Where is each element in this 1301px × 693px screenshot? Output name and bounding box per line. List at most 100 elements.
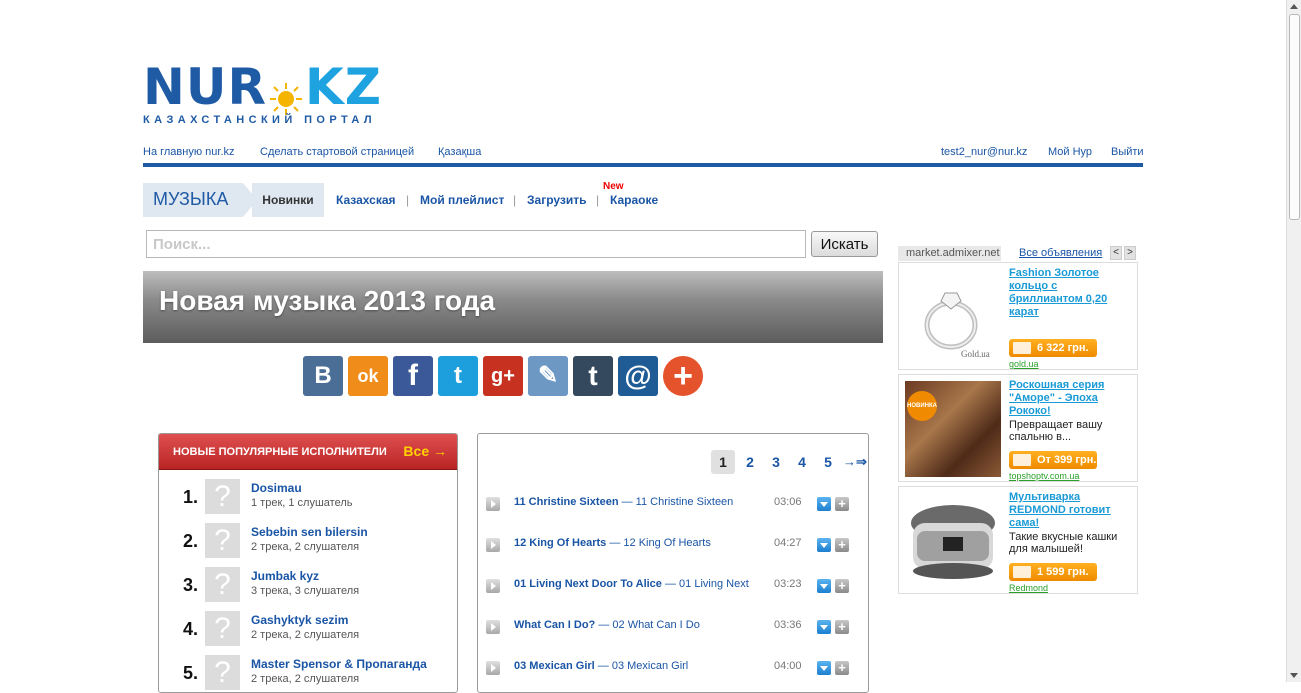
ad-shop-link[interactable]: topshoptv.com.ua	[1009, 471, 1079, 481]
new-badge-icon: НОВИНКА	[907, 391, 937, 421]
artist-name[interactable]: Gashyktyk sezim	[251, 613, 348, 627]
top-navigation: На главную nur.kz Сделать стартовой стра…	[143, 145, 1144, 167]
more-share-icon[interactable]: +	[663, 356, 703, 396]
bedding-image[interactable]: НОВИНКА	[905, 381, 1001, 477]
artist-avatar[interactable]: ?	[205, 523, 240, 558]
add-to-playlist-icon[interactable]: +	[835, 497, 849, 511]
artist-name[interactable]: Jumbak kyz	[251, 569, 319, 583]
ad-description: Такие вкусные кашки для малышей!	[1009, 531, 1118, 555]
ad-shop-link[interactable]: Redmond	[1009, 583, 1048, 593]
ad-price-button[interactable]: От 399 грн.	[1009, 451, 1097, 469]
page-scrollbar[interactable]	[1286, 0, 1301, 682]
next-arrow-icon[interactable]: >	[1124, 246, 1136, 260]
add-to-playlist-icon[interactable]: +	[835, 661, 849, 675]
twitter-icon[interactable]: t	[438, 356, 478, 396]
mailru-icon[interactable]: @	[618, 356, 658, 396]
multicooker-image[interactable]	[905, 493, 1001, 589]
home-link[interactable]: На главную nur.kz	[143, 146, 235, 158]
artist-name[interactable]: Dosimau	[251, 481, 302, 495]
page-3-button[interactable]: 3	[769, 450, 783, 474]
tab-upload[interactable]: Загрузить	[527, 193, 586, 207]
artist-avatar[interactable]: ?	[205, 611, 240, 646]
track-title[interactable]: 03 Mexican Girl — 03 Mexican Girl	[514, 660, 688, 672]
track-name: — 02 What Can I Do	[598, 619, 700, 631]
download-icon[interactable]	[817, 661, 831, 675]
track-row: 12 King Of Hearts — 12 King Of Hearts 04…	[478, 537, 868, 557]
nav-separator: |	[596, 193, 600, 207]
track-title[interactable]: 01 Living Next Door To Alice — 01 Living…	[514, 578, 749, 590]
page-1-button[interactable]: 1	[711, 450, 735, 474]
ad-item[interactable]: НОВИНКА Роскошная серия "Аморе" - Эпоха …	[898, 374, 1138, 482]
artist-name[interactable]: Master Spensor & Пропаганда	[251, 657, 427, 671]
track-title[interactable]: 11 Christine Sixteen — 11 Christine Sixt…	[514, 496, 733, 508]
page-4-button[interactable]: 4	[795, 450, 809, 474]
add-to-playlist-icon[interactable]: +	[835, 579, 849, 593]
logo-text-kz: KZ	[304, 58, 382, 116]
all-ads-link[interactable]: Все объявления	[1019, 247, 1102, 259]
page-2-button[interactable]: 2	[743, 450, 757, 474]
logout-link[interactable]: Выйти	[1111, 146, 1144, 158]
play-icon[interactable]	[486, 661, 500, 675]
prev-arrow-icon[interactable]: <	[1110, 246, 1122, 260]
cart-icon	[1013, 454, 1031, 466]
next-page-arrow-icon[interactable]: →⇒	[841, 450, 868, 474]
tab-my-playlist[interactable]: Мой плейлист	[420, 193, 504, 207]
ad-item[interactable]: Мультиварка REDMOND готовит сама! Такие …	[898, 486, 1138, 594]
tab-kazakh[interactable]: Казахская	[336, 193, 396, 207]
download-icon[interactable]	[817, 620, 831, 634]
odnoklassniki-icon[interactable]: ok	[348, 356, 388, 396]
download-icon[interactable]	[817, 497, 831, 511]
play-icon[interactable]	[486, 497, 500, 511]
music-section-label[interactable]: МУЗЫКА	[143, 183, 257, 217]
ad-price-button[interactable]: 1 599 грн.	[1009, 563, 1097, 581]
ad-title[interactable]: Роскошная серия "Аморе" - Эпоха Рококо!	[1009, 379, 1129, 418]
track-row: 03 Mexican Girl — 03 Mexican Girl 04:00 …	[478, 660, 868, 680]
artist-avatar[interactable]: ?	[205, 655, 240, 690]
ad-shop-link[interactable]: gold.ua	[1009, 359, 1039, 369]
artist-row: 4. ? Gashyktyk sezim 2 трека, 2 слушател…	[159, 611, 457, 651]
my-nur-link[interactable]: Мой Нур	[1048, 146, 1092, 158]
sun-icon	[269, 74, 303, 115]
ad-item[interactable]: Gold.ua Fashion Золотое кольцо с бриллиа…	[898, 262, 1138, 370]
track-duration: 03:06	[774, 496, 802, 508]
user-email-link[interactable]: test2_nur@nur.kz	[941, 146, 1027, 158]
add-to-playlist-icon[interactable]: +	[835, 538, 849, 552]
googleplus-icon[interactable]: g+	[483, 356, 523, 396]
artist-stats: 2 трека, 2 слушателя	[251, 673, 360, 685]
artist-avatar[interactable]: ?	[205, 567, 240, 602]
track-title[interactable]: What Can I Do? — 02 What Can I Do	[514, 619, 700, 631]
add-to-playlist-icon[interactable]: +	[835, 620, 849, 634]
artist-name[interactable]: Sebebin sen bilersin	[251, 525, 368, 539]
ad-title[interactable]: Мультиварка REDMOND готовит сама!	[1009, 491, 1129, 530]
artist-avatar[interactable]: ?	[205, 479, 240, 514]
nav-separator: |	[406, 193, 410, 207]
vkontakte-icon[interactable]: В	[303, 356, 343, 396]
all-artists-link[interactable]: Все →	[403, 443, 447, 459]
ring-image[interactable]: Gold.ua	[905, 269, 1001, 365]
tumblr-icon[interactable]: t	[573, 356, 613, 396]
scroll-down-icon[interactable]	[1290, 673, 1298, 678]
site-logo[interactable]: NUR KZ КАЗАХСТАНСКИЙ ПОРТАЛ	[143, 62, 381, 132]
scroll-up-icon[interactable]	[1290, 4, 1298, 9]
kazakh-language-link[interactable]: Қазақша	[438, 146, 481, 158]
scrollbar-thumb[interactable]	[1289, 14, 1300, 220]
play-icon[interactable]	[486, 538, 500, 552]
download-icon[interactable]	[817, 538, 831, 552]
search-button[interactable]: Искать	[811, 231, 878, 257]
play-icon[interactable]	[486, 579, 500, 593]
ads-header: market.admixer.net Все объявления < >	[898, 246, 1138, 261]
artist-rank: 1.	[183, 487, 199, 507]
ad-title[interactable]: Fashion Золотое кольцо с бриллиантом 0,2…	[1009, 267, 1129, 319]
tab-karaoke[interactable]: Караоке	[610, 193, 658, 207]
facebook-icon[interactable]: f	[393, 356, 433, 396]
tab-new-releases[interactable]: Новинки	[252, 183, 324, 217]
livejournal-icon[interactable]: ✎	[528, 356, 568, 396]
download-icon[interactable]	[817, 579, 831, 593]
play-icon[interactable]	[486, 620, 500, 634]
search-input[interactable]	[146, 230, 806, 258]
artist-row: 3. ? Jumbak kyz 3 трека, 3 слушателя	[159, 567, 457, 607]
make-start-page-link[interactable]: Сделать стартовой страницей	[260, 146, 414, 158]
ad-price-button[interactable]: 6 322 грн.	[1009, 339, 1097, 357]
track-title[interactable]: 12 King Of Hearts — 12 King Of Hearts	[514, 537, 711, 549]
page-5-button[interactable]: 5	[821, 450, 835, 474]
